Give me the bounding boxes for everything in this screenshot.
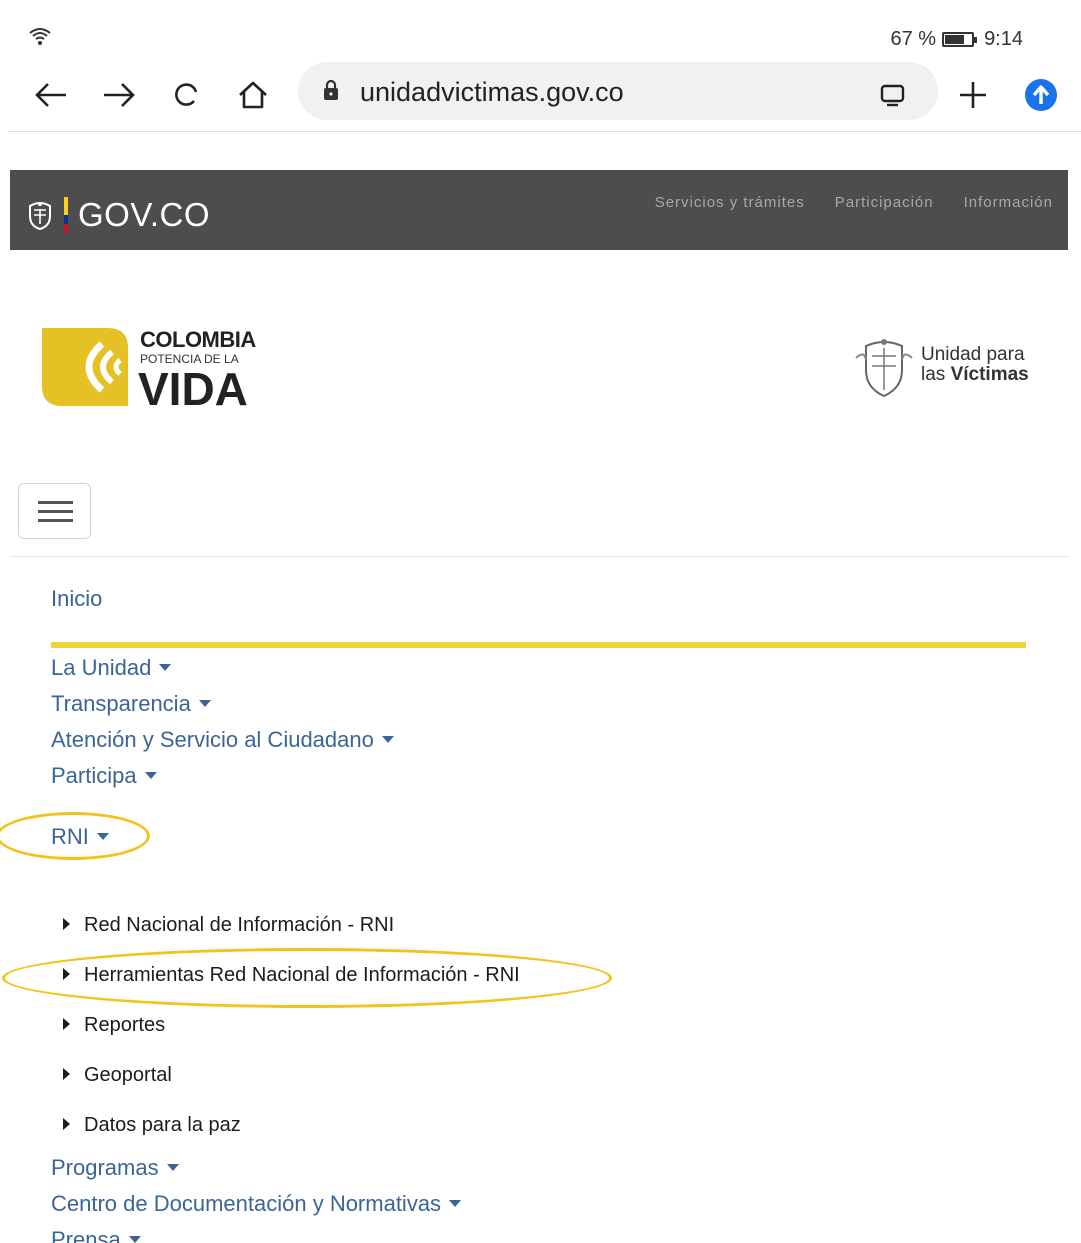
caret-right-icon: [63, 1017, 70, 1030]
reload-button[interactable]: [164, 72, 210, 118]
caret-right-icon: [63, 1067, 70, 1080]
status-bar: 67 % 9:14: [0, 0, 1081, 60]
lock-icon: [322, 79, 340, 106]
rni-sub-geoportal[interactable]: Geoportal: [63, 1064, 172, 1087]
nav-programas-label: Programas: [51, 1155, 159, 1180]
home-icon: [239, 81, 267, 109]
caret-right-icon: [63, 917, 70, 930]
hamburger-line: [38, 519, 73, 522]
rni-sub-label: Datos para la paz: [84, 1114, 241, 1136]
plus-icon: [960, 82, 986, 108]
tabs-icon: [880, 84, 905, 107]
caret-down-icon: [381, 735, 394, 743]
caret-down-icon: [198, 699, 211, 707]
uv-line-2b: Víctimas: [950, 364, 1029, 385]
gov-link-participation[interactable]: Participación: [835, 194, 934, 211]
nav-transparencia-label: Transparencia: [51, 691, 191, 716]
coat-of-arms-icon: [29, 202, 51, 230]
clock: 9:14: [984, 28, 1023, 50]
hamburger-line: [38, 510, 73, 513]
caret-down-icon: [449, 1199, 462, 1207]
brand-line-3: VIDA: [138, 363, 248, 415]
active-indicator: [51, 642, 1026, 648]
caret-down-icon: [159, 663, 172, 671]
uv-line-1: Unidad para: [921, 344, 1025, 365]
caret-right-icon: [63, 1117, 70, 1130]
unidad-victimas-text: Unidad para las Víctimas: [921, 345, 1029, 385]
nav-atencion[interactable]: Atención y Servicio al Ciudadano: [51, 727, 394, 753]
browser-toolbar: unidadvictimas.gov.co: [8, 60, 1081, 132]
highlight-ellipse-herramientas: [2, 948, 612, 1008]
reload-icon: [175, 83, 198, 106]
rni-sub-label: Reportes: [84, 1014, 166, 1036]
update-button[interactable]: [1018, 72, 1064, 118]
forward-button[interactable]: [96, 72, 142, 118]
nav-home[interactable]: Inicio: [51, 586, 102, 612]
gov-logo-text: GOV.CO: [78, 196, 210, 233]
upload-arrow-icon: [1025, 79, 1057, 111]
caret-down-icon: [166, 1163, 179, 1171]
new-tab-button[interactable]: [950, 72, 996, 118]
gov-header: GOV.CO Servicios y trámites Participació…: [10, 170, 1068, 250]
nav-centro-label: Centro de Documentación y Normativas: [51, 1191, 442, 1216]
nav-la-unidad[interactable]: La Unidad: [51, 655, 172, 681]
flag-stripe: [64, 197, 68, 233]
gov-link-services[interactable]: Servicios y trámites: [655, 194, 805, 211]
rni-sub-datos-paz[interactable]: Datos para la paz: [63, 1114, 241, 1137]
nav-prensa-label: Prensa: [51, 1227, 121, 1243]
colombia-potencia-logo-icon[interactable]: [42, 328, 128, 406]
rni-sub-red-nacional[interactable]: Red Nacional de Información - RNI: [63, 914, 394, 937]
nav-participa[interactable]: Participa: [51, 763, 157, 789]
menu-toggle-button[interactable]: [18, 483, 91, 539]
gov-link-information[interactable]: Información: [964, 194, 1053, 211]
arrow-left-icon: [35, 83, 66, 107]
nav-atencion-label: Atención y Servicio al Ciudadano: [51, 727, 374, 752]
rni-sub-reportes[interactable]: Reportes: [63, 1014, 165, 1037]
nav-la-unidad-label: La Unidad: [51, 655, 152, 680]
nav-prensa[interactable]: Prensa: [51, 1227, 141, 1243]
hamburger-line: [38, 501, 73, 504]
address-bar[interactable]: unidadvictimas.gov.co: [298, 62, 938, 120]
battery-percent: 67 %: [890, 28, 937, 50]
rni-sub-label: Red Nacional de Información - RNI: [84, 914, 395, 936]
home-button[interactable]: [230, 72, 276, 118]
caret-down-icon: [128, 1235, 141, 1243]
battery-icon: [942, 32, 978, 47]
unidad-victimas-shield-icon[interactable]: [852, 336, 916, 400]
rni-sub-label: Geoportal: [84, 1064, 172, 1086]
tabs-button[interactable]: [870, 72, 916, 118]
gov-logo[interactable]: GOV.CO: [26, 196, 210, 234]
highlight-ellipse-rni: [0, 812, 150, 860]
wifi-icon: [28, 26, 52, 51]
menu-divider: [10, 556, 1068, 557]
url-text: unidadvictimas.gov.co: [360, 77, 624, 107]
nav-transparencia[interactable]: Transparencia: [51, 691, 211, 717]
nav-programas[interactable]: Programas: [51, 1155, 179, 1181]
arrow-right-icon: [104, 83, 135, 107]
nav-participa-label: Participa: [51, 763, 137, 788]
back-button[interactable]: [28, 72, 74, 118]
caret-down-icon: [144, 771, 157, 779]
uv-line-2a: las: [921, 364, 951, 385]
nav-centro-documentacion[interactable]: Centro de Documentación y Normativas: [51, 1191, 462, 1217]
brand-line-1: COLOMBIA: [140, 327, 256, 352]
